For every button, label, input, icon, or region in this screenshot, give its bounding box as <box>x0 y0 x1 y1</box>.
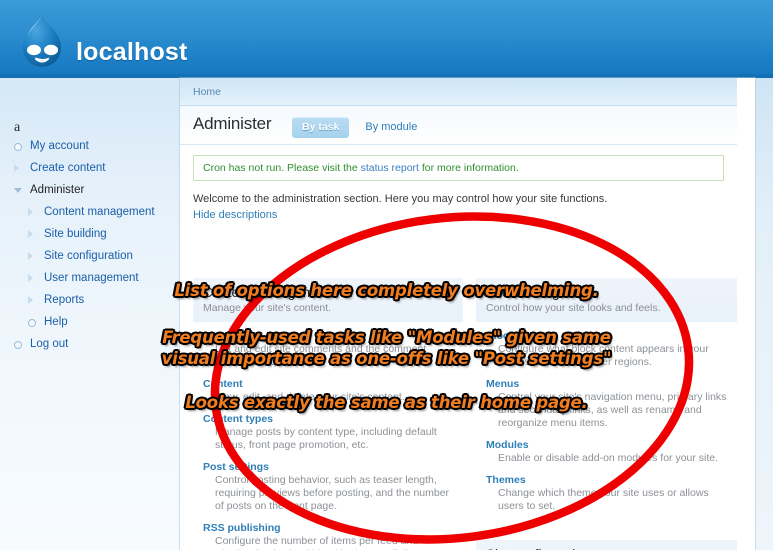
block-body: Blocks Configure what block content appea… <box>476 322 737 524</box>
sidebar-item-label: User management <box>44 272 139 284</box>
page-header: Administer By task By module <box>180 106 737 145</box>
sidebar-title: a <box>14 120 21 135</box>
admin-link-content-types[interactable]: Content types <box>203 413 453 425</box>
list-item: Menus Control your site's navigation menu… <box>486 378 728 430</box>
status-badge: Cron has not run. Please visit the statu… <box>193 155 724 181</box>
list-item: Modules Enable or disable add-on modules … <box>486 439 728 465</box>
circle-icon <box>14 341 22 349</box>
admin-link-description: Control posting behavior, such as teaser… <box>215 474 450 512</box>
tri-right-icon <box>28 274 33 282</box>
block-title: Content management <box>203 285 333 300</box>
admin-block: Content management Manage your site's con… <box>193 278 463 550</box>
sidebar-item-log-out[interactable]: Log out <box>0 338 180 351</box>
admin-blocks: Content management Manage your site's con… <box>180 278 737 550</box>
tri-right-icon <box>14 164 19 172</box>
sidebar-item-content-management[interactable]: Content management <box>0 206 180 219</box>
admin-link-description: Configure what block content appears in … <box>498 343 709 368</box>
sidebar-item-user-management[interactable]: User management <box>0 272 180 285</box>
breadcrumb-bar: Home <box>180 78 737 106</box>
list-item: Comments List and edit site comments and … <box>203 330 453 369</box>
view-mode-tabs: By task By module <box>292 117 433 138</box>
list-item: Blocks Configure what block content appea… <box>486 330 728 369</box>
status-text-after: for more information. <box>418 162 519 174</box>
admin-block: Site building Control how your site looks… <box>476 278 737 524</box>
sidebar-item-my-account[interactable]: My account <box>0 140 180 153</box>
sidebar-item-administer[interactable]: Administer <box>0 184 180 197</box>
tri-right-icon <box>28 296 33 304</box>
list-item: Content View, edit, and delete your site'… <box>203 378 453 404</box>
status-text-before: Cron has not run. Please visit the <box>203 162 361 174</box>
left-column: Content management Manage your site's con… <box>193 278 463 550</box>
admin-block: Site configurationAdjust basic site conf… <box>476 540 737 550</box>
admin-link-description: Control your site's navigation menu, pri… <box>498 391 727 429</box>
tri-down-icon <box>14 188 22 193</box>
sidebar-item-label: Reports <box>44 294 85 306</box>
site-header: localhost <box>0 0 773 78</box>
admin-link-content[interactable]: Content <box>203 378 453 390</box>
admin-link-description: View, edit, and delete your site's conte… <box>215 391 405 403</box>
admin-link-description: Configure the number of items per feed a… <box>215 535 431 550</box>
list-item: Content types Manage posts by content typ… <box>203 413 453 452</box>
right-gutter <box>755 78 773 550</box>
sidebar-item-label: Content management <box>44 206 155 218</box>
sidebar-menu: My account Create content Administer Conten… <box>0 140 180 360</box>
block-header: Content management Manage your site's con… <box>193 278 463 322</box>
tri-right-icon <box>28 208 33 216</box>
tab-by-module[interactable]: By module <box>355 117 427 138</box>
drupal-droplet-icon[interactable] <box>14 13 70 71</box>
sidebar-item-create-content[interactable]: Create content <box>0 162 180 175</box>
admin-link-description: Enable or disable add-on modules for you… <box>498 452 719 464</box>
breadcrumb-home[interactable]: Home <box>193 86 221 98</box>
list-item: RSS publishing Configure the number of it… <box>203 522 453 550</box>
sidebar-item-label: Site configuration <box>44 250 133 262</box>
list-item: Themes Change which theme your site uses … <box>486 474 728 513</box>
block-description: Control how your site looks and feels. <box>486 302 661 314</box>
screenshot-root: localhost a My account Create content Admi… <box>0 0 773 550</box>
circle-icon <box>28 319 36 327</box>
block-header: Site building Control how your site looks… <box>476 278 737 322</box>
site-name[interactable]: localhost <box>76 40 188 65</box>
tri-right-icon <box>28 252 33 260</box>
status-report-link[interactable]: status report <box>361 162 419 174</box>
right-column: Site building Control how your site looks… <box>476 278 737 550</box>
sidebar-item-label: Help <box>44 316 68 328</box>
admin-link-description: List and edit site comments and the comm… <box>215 343 427 368</box>
list-item: Post settings Control posting behavior, s… <box>203 461 453 513</box>
sidebar-item-help[interactable]: Help <box>0 316 180 329</box>
sidebar-item-label: Administer <box>30 184 85 196</box>
block-header: Site configurationAdjust basic site conf… <box>476 540 737 550</box>
main-inner: Home Administer By task By module Cron ha… <box>180 78 755 550</box>
hide-descriptions-link[interactable]: Hide descriptions <box>193 209 277 221</box>
admin-link-blocks[interactable]: Blocks <box>486 330 728 342</box>
admin-link-rss-publishing[interactable]: RSS publishing <box>203 522 453 534</box>
sidebar-item-label: Create content <box>30 162 106 174</box>
block-body: Comments List and edit site comments and … <box>193 322 463 550</box>
sidebar-item-label: Log out <box>30 338 69 350</box>
content-area: Cron has not run. Please visit the statu… <box>180 144 737 550</box>
sidebar-item-reports[interactable]: Reports <box>0 294 180 307</box>
tri-right-icon <box>28 230 33 238</box>
block-description: Manage your site's content. <box>203 302 332 314</box>
admin-link-modules[interactable]: Modules <box>486 439 728 451</box>
main-panel: Home Administer By task By module Cron ha… <box>180 78 773 550</box>
admin-link-description: Change which theme your site uses or all… <box>498 487 709 512</box>
tab-by-task[interactable]: By task <box>292 117 350 138</box>
block-title: Site building <box>486 285 560 300</box>
sidebar-item-label: My account <box>30 140 89 152</box>
page-title: Administer <box>193 114 272 133</box>
admin-link-description: Manage posts by content type, including … <box>215 426 437 451</box>
admin-link-themes[interactable]: Themes <box>486 474 728 486</box>
sidebar: a My account Create content Administer Cont… <box>0 78 180 550</box>
admin-link-menus[interactable]: Menus <box>486 378 728 390</box>
welcome-text: Welcome to the administration section. H… <box>193 193 608 205</box>
sidebar-item-label: Site building <box>44 228 107 240</box>
circle-icon <box>14 143 22 151</box>
sidebar-item-site-building[interactable]: Site building <box>0 228 180 241</box>
sidebar-item-site-configuration[interactable]: Site configuration <box>0 250 180 263</box>
admin-link-post-settings[interactable]: Post settings <box>203 461 453 473</box>
admin-link-comments[interactable]: Comments <box>203 330 453 342</box>
